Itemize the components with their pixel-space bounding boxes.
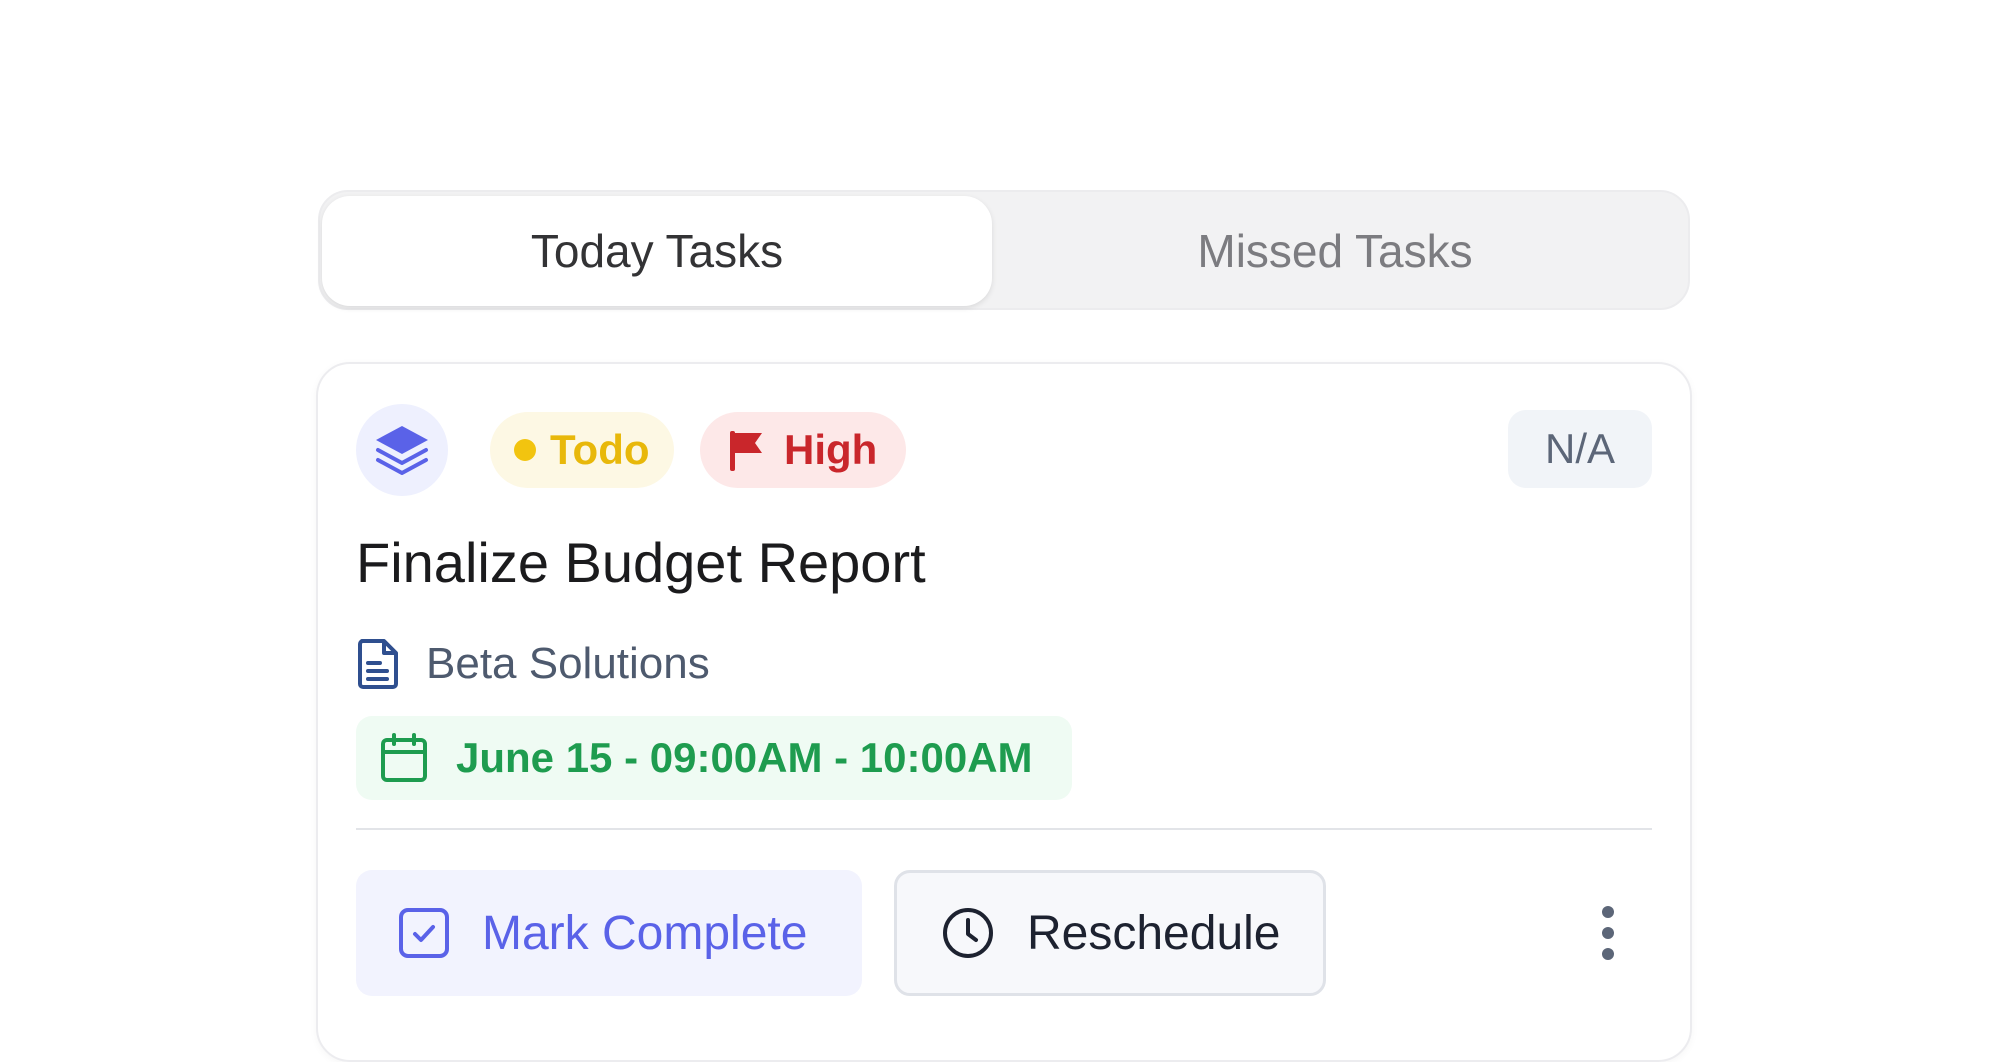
company-name: Beta Solutions — [426, 639, 710, 688]
mark-complete-label: Mark Complete — [482, 906, 808, 960]
document-icon — [358, 639, 398, 689]
status-dot — [514, 439, 536, 461]
task-title: Finalize Budget Report — [356, 531, 926, 594]
assignee-label: N/A — [1544, 425, 1615, 472]
tab-today-tasks[interactable]: Today Tasks — [322, 196, 992, 306]
more-options-button[interactable] — [1588, 900, 1628, 966]
task-tabs: Today Tasks Missed Tasks — [318, 190, 1690, 310]
layers-icon — [376, 426, 428, 475]
priority-badge[interactable]: High — [700, 412, 906, 488]
reschedule-label: Reschedule — [1027, 906, 1281, 960]
tab-missed-tasks[interactable]: Missed Tasks — [1000, 196, 1670, 306]
assignee-badge[interactable]: N/A — [1508, 410, 1652, 488]
check-square-icon — [399, 908, 449, 958]
clock-icon — [943, 908, 993, 958]
status-label: Todo — [550, 426, 650, 473]
mark-complete-button[interactable]: Mark Complete — [356, 870, 862, 996]
calendar-icon — [381, 733, 427, 782]
reschedule-button[interactable]: Reschedule — [894, 870, 1326, 996]
schedule-text: June 15 - 09:00AM - 10:00AM — [456, 734, 1033, 781]
priority-label: High — [784, 426, 878, 473]
company-row: Beta Solutions — [356, 636, 710, 692]
flag-icon — [730, 431, 762, 471]
status-badge[interactable]: Todo — [490, 412, 674, 488]
task-card: Todo High N/A Finalize Budget Report Bet… — [316, 362, 1692, 1062]
card-divider — [356, 828, 1652, 830]
schedule-chip: June 15 - 09:00AM - 10:00AM — [356, 716, 1072, 800]
task-type-avatar — [356, 404, 448, 496]
more-vertical-icon — [1602, 906, 1614, 960]
